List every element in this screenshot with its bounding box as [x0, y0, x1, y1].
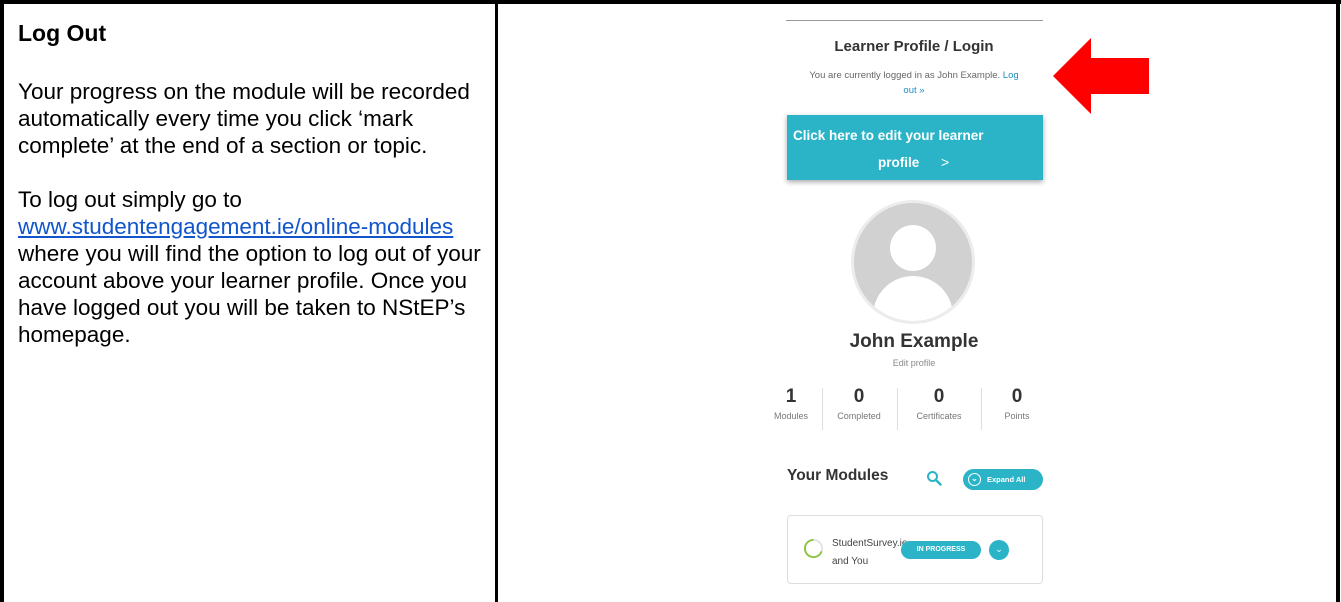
chevron-down-icon[interactable]: ⌄ — [989, 540, 1009, 560]
stat-certificates-label: Certificates — [916, 411, 962, 421]
progress-ring-icon — [803, 538, 824, 559]
stat-divider — [822, 388, 823, 430]
avatar-body-shape — [873, 276, 953, 321]
module-title-line2: and You — [832, 556, 869, 567]
stat-modules-label: Modules — [773, 411, 809, 421]
profile-stats: 1 Modules 0 Completed 0 Certificates 0 P… — [766, 386, 1056, 431]
progress-paragraph: Your progress on the module will be reco… — [18, 79, 470, 158]
avatar-head-shape — [890, 225, 936, 271]
edit-profile-link[interactable]: Edit profile — [784, 358, 1044, 368]
stat-certificates-value: 0 — [933, 386, 945, 407]
logout-paragraph-rest: where you will find the option to log ou… — [18, 241, 481, 347]
online-modules-link[interactable]: www.studentengagement.ie/online-modules — [18, 214, 453, 239]
panel-divider — [786, 20, 1043, 21]
red-arrow-icon — [1053, 38, 1149, 114]
stat-points: 0 Points — [986, 386, 1048, 431]
chevron-right-icon: > — [941, 154, 950, 170]
table-border-right — [1336, 0, 1340, 602]
your-modules-heading: Your Modules — [787, 467, 889, 484]
chevron-down-icon: ⌄ — [968, 473, 981, 486]
table-border-top — [0, 0, 1341, 4]
stat-modules: 1 Modules — [766, 386, 816, 431]
login-status-label: You are currently logged in as John Exam… — [809, 70, 1003, 81]
learner-profile-title: Learner Profile / Login — [834, 38, 994, 55]
stat-points-value: 0 — [1011, 386, 1023, 407]
avatar — [854, 203, 972, 321]
section-heading: Log Out — [18, 20, 107, 46]
module-status-badge: IN PROGRESS — [901, 541, 981, 559]
expand-all-label: Expand All — [987, 475, 1026, 484]
stat-divider — [981, 388, 982, 430]
stat-divider — [897, 388, 898, 430]
learner-profile-screenshot: Learner Profile / Login You are currentl… — [774, 18, 1044, 602]
stat-points-label: Points — [1004, 411, 1030, 421]
stat-certificates: 0 Certificates — [899, 386, 979, 431]
module-card[interactable]: StudentSurvey.ie and You IN PROGRESS ⌄ — [787, 515, 1043, 584]
edit-button-label-line2: profile — [878, 155, 920, 170]
login-status-text: You are currently logged in as John Exam… — [802, 68, 1026, 98]
search-icon[interactable] — [926, 470, 942, 486]
stat-completed-label: Completed — [837, 411, 881, 421]
table-border-middle — [495, 0, 498, 602]
edit-learner-profile-button[interactable]: Click here to edit your learner profile … — [787, 115, 1043, 180]
stat-modules-value: 1 — [785, 386, 797, 407]
user-name: John Example — [849, 331, 979, 352]
table-border-left — [0, 0, 4, 602]
edit-button-label-line1: Click here to edit your learner — [793, 128, 984, 143]
stat-completed: 0 Completed — [824, 386, 894, 431]
expand-all-button[interactable]: ⌄ Expand All — [963, 469, 1043, 490]
logout-paragraph: To log out simply go to www.studentengag… — [18, 186, 488, 348]
instructions-cell: Log Out Your progress on the module will… — [18, 18, 488, 375]
stat-completed-value: 0 — [853, 386, 865, 407]
module-title: StudentSurvey.ie and You — [832, 535, 907, 571]
module-title-line1: StudentSurvey.ie — [832, 538, 908, 549]
logout-paragraph-intro: To log out simply go to — [18, 187, 242, 212]
